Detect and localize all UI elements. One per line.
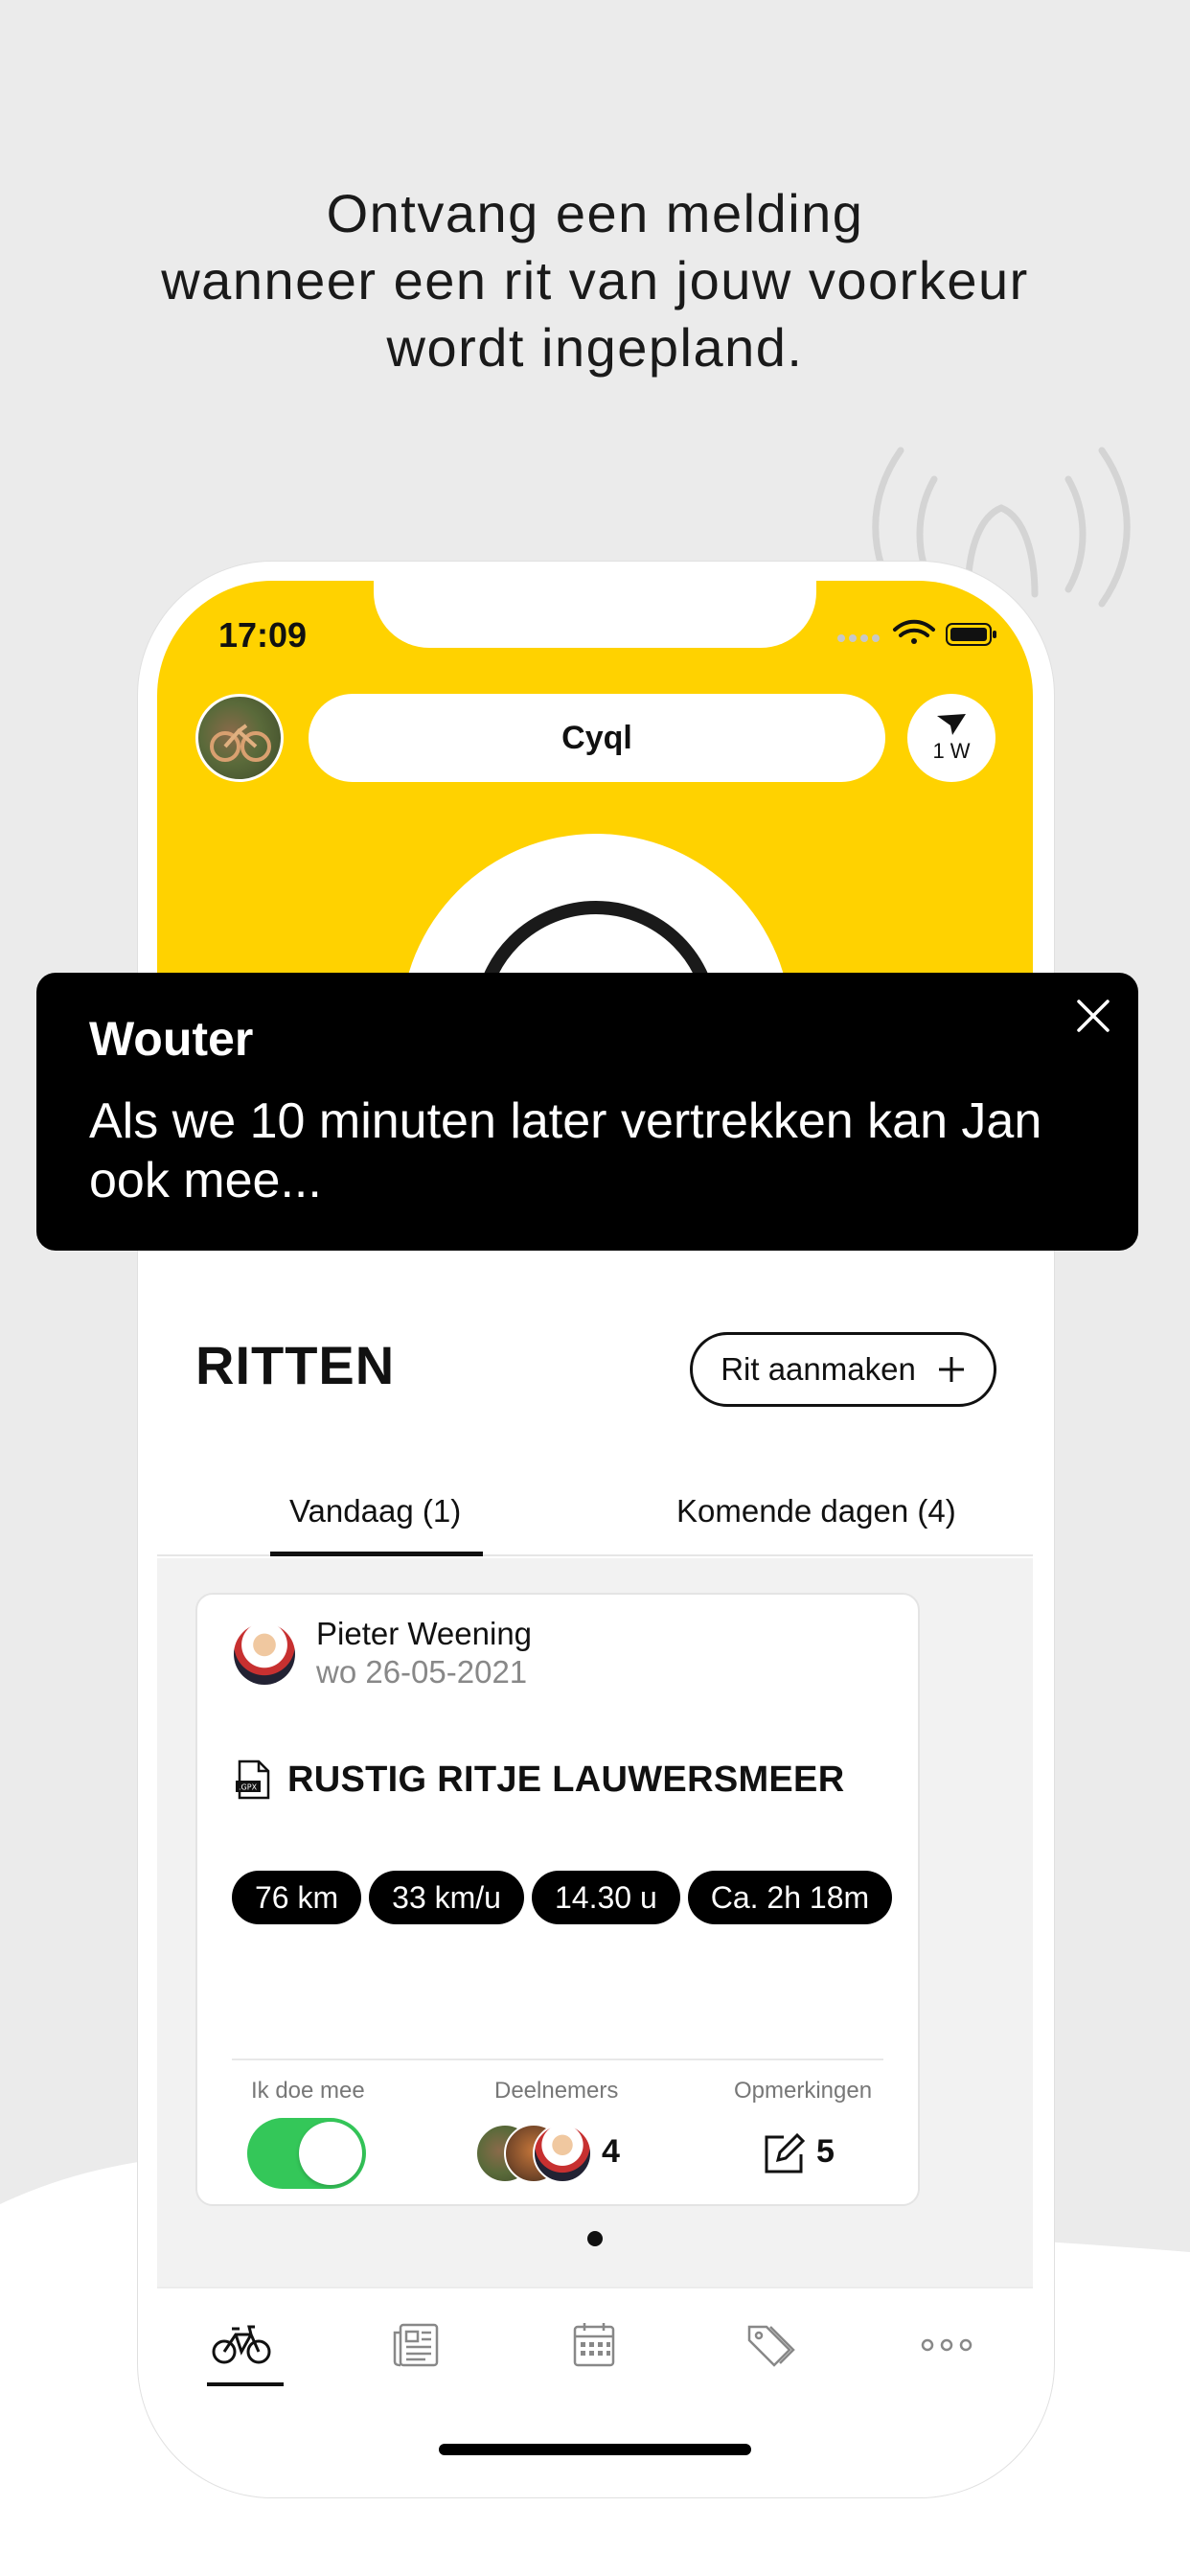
duration-chip: Ca. 2h 18m (687, 1871, 893, 1924)
tab-today[interactable]: Vandaag (1) (289, 1493, 461, 1530)
wifi-icon (893, 619, 935, 644)
edit-note-icon (765, 2132, 806, 2174)
page-indicator (587, 2231, 603, 2246)
notification-message: Als we 10 minuten later vertrekken kan J… (89, 1093, 1042, 1208)
create-ride-button[interactable]: Rit aanmaken (690, 1332, 996, 1407)
notification-banner[interactable]: Wouter Als we 10 minuten later vertrekke… (36, 973, 1138, 1251)
create-ride-label: Rit aanmaken (721, 1351, 916, 1387)
more-icon[interactable] (916, 2321, 977, 2369)
ride-tabs: Vandaag (1) Komende dagen (4) (157, 1480, 1033, 1556)
ride-date: wo 26-05-2021 (316, 1654, 528, 1690)
bike-icon[interactable] (211, 2321, 272, 2369)
participants-count: 4 (602, 2133, 620, 2170)
tab-upcoming[interactable]: Komende dagen (4) (676, 1493, 956, 1530)
calendar-icon[interactable] (563, 2321, 625, 2369)
battery-icon (946, 623, 996, 646)
headline-line-2: wanneer een rit van jouw voorkeur (161, 250, 1029, 310)
ride-stats: 76 km 33 km/u 14.30 u Ca. 2h 18m (232, 1871, 903, 1936)
wind-label: 1 W (932, 739, 971, 763)
status-icons (837, 619, 996, 646)
wind-button[interactable]: 1 W (907, 694, 995, 782)
close-icon[interactable] (1071, 994, 1115, 1038)
signal-icon (837, 634, 880, 642)
active-tab-indicator (270, 1552, 483, 1556)
participant-avatar (533, 2124, 592, 2183)
join-toggle[interactable] (247, 2118, 366, 2189)
join-label: Ik doe mee (251, 2078, 365, 2104)
notification-sender: Wouter (89, 1012, 254, 1066)
marketing-headline: Ontvang een melding wanneer een rit van … (0, 180, 1190, 381)
svg-text:.GPX: .GPX (239, 1783, 258, 1792)
comments-label: Opmerkingen (734, 2078, 873, 2104)
section-title: RITTEN (195, 1335, 396, 1395)
wind-direction-icon (937, 714, 966, 735)
toggle-knob (299, 2122, 362, 2185)
plus-icon (938, 1357, 964, 1382)
comments-count: 5 (816, 2133, 835, 2170)
headline-line-3: wordt ingepland. (386, 317, 804, 378)
phone-screen: 17:09 Cyql 1 W RITTEN Rit aanmaken Vanda… (157, 581, 1033, 2478)
card-divider (232, 2058, 883, 2060)
ride-title: RUSTIG RITJE LAUWERSMEER (287, 1760, 845, 1800)
club-name-pill[interactable]: Cyql (309, 694, 885, 782)
gpx-file-icon: .GPX (236, 1760, 270, 1800)
headline-line-1: Ontvang een melding (326, 183, 864, 243)
phone-notch (374, 581, 816, 648)
author-avatar (234, 1623, 295, 1685)
participants-button[interactable]: 4 (475, 2124, 648, 2185)
ride-card[interactable]: Pieter Weening wo 26-05-2021 .GPX RUSTIG… (195, 1593, 920, 2206)
user-avatar[interactable] (195, 694, 284, 782)
participants-label: Deelnemers (494, 2078, 619, 2104)
bike-photo-icon (210, 724, 271, 762)
news-icon[interactable] (387, 2321, 448, 2369)
comments-button[interactable]: 5 (763, 2131, 878, 2179)
tag-icon[interactable] (740, 2321, 801, 2369)
status-time: 17:09 (218, 615, 308, 655)
speed-chip: 33 km/u (369, 1871, 524, 1924)
ride-author: Pieter Weening (316, 1616, 533, 1651)
home-indicator (439, 2444, 751, 2455)
distance-chip: 76 km (232, 1871, 362, 1924)
active-nav-indicator (207, 2382, 284, 2386)
start-time-chip: 14.30 u (531, 1871, 680, 1924)
